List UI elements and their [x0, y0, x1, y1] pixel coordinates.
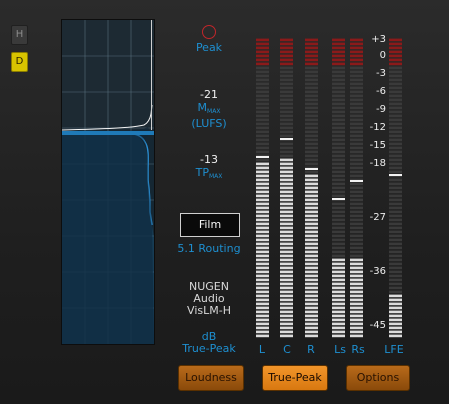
true-peak-button[interactable]: True-Peak [262, 365, 328, 391]
loudness-button[interactable]: Loudness [178, 365, 244, 391]
channel-label-r: R [307, 343, 315, 356]
routing-label[interactable]: 5.1 Routing [172, 242, 246, 255]
loudness-max-value: -21 [200, 88, 218, 101]
peak-label: Peak [195, 41, 223, 54]
peak-hold-r [305, 168, 318, 170]
channel-label-ls: Ls [334, 343, 346, 356]
true-peak-max-label-main: TP [195, 166, 209, 179]
plugin-panel: H D Peak -21 MMAX (LUFS) -13 TPMAX Film … [0, 0, 449, 404]
meter-l [256, 38, 269, 338]
db-scale: +3 0 -3 -6 -9 -12 -15 -18 -27 -36 -45 [362, 34, 386, 334]
scale-tick: -18 [369, 158, 386, 169]
product-model: VisLM-H [187, 304, 231, 317]
meter-lfe [389, 38, 402, 338]
peak-hold-ls [332, 198, 345, 200]
true-peak-max-label-sub: MAX [208, 173, 223, 180]
histogram-graphic [62, 20, 154, 344]
options-button[interactable]: Options [346, 365, 410, 391]
channel-label-l: L [258, 343, 266, 356]
true-peak-max-value: -13 [200, 153, 218, 166]
meter-c [280, 38, 293, 338]
scale-tick: -9 [376, 104, 386, 115]
scale-tick: -12 [369, 122, 386, 133]
scale-tick: -27 [369, 212, 386, 223]
channel-label-lfe: LFE [384, 343, 404, 356]
scale-tick: 0 [379, 50, 386, 61]
loudness-max-label-main: M [197, 101, 208, 114]
units-label: dB True-Peak [172, 331, 246, 355]
loudness-unit: (LUFS) [191, 117, 227, 130]
scale-tick: -6 [376, 86, 386, 97]
peak-hold-lfe [389, 174, 402, 176]
scale-tick: +3 [371, 34, 386, 45]
mode-h-button[interactable]: H [11, 25, 28, 45]
scale-tick: -3 [376, 68, 386, 79]
channel-label-c: C [283, 343, 291, 356]
meter-r [305, 38, 318, 338]
scale-tick: -15 [369, 140, 386, 151]
scale-tick: -45 [369, 320, 386, 331]
scale-tick: -36 [369, 266, 386, 277]
units-true-peak: True-Peak [182, 342, 236, 355]
peak-indicator-icon [202, 25, 216, 39]
loudness-histogram [61, 19, 155, 345]
format-film-button[interactable]: Film [180, 213, 240, 237]
meter-ls [332, 38, 345, 338]
true-peak-max-label: TPMAX [186, 166, 232, 180]
product-name: NUGEN Audio VisLM-H [172, 281, 246, 317]
peak-hold-c [280, 138, 293, 140]
peak-hold-l [256, 156, 269, 158]
channel-label-rs: Rs [351, 343, 365, 356]
loudness-max-label: MMAX [186, 101, 232, 115]
loudness-max-label-sub: MAX [207, 108, 221, 115]
mode-d-button[interactable]: D [11, 52, 28, 72]
